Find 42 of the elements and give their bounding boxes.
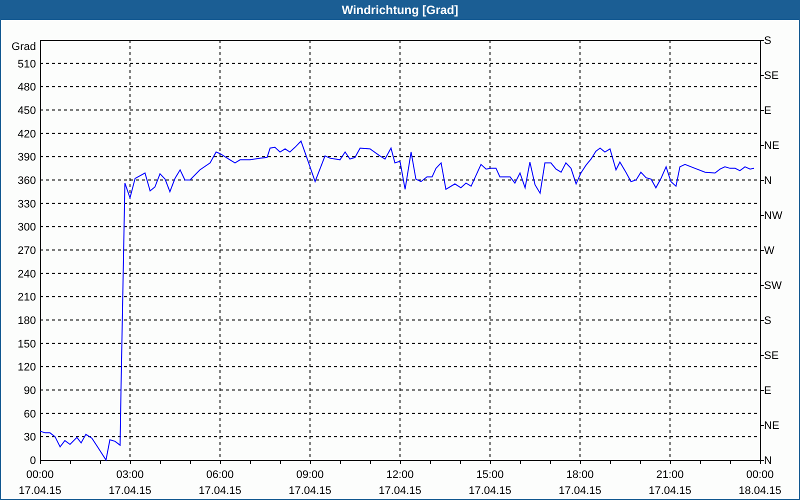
tick-label: 270 [18,245,36,257]
tick-label: NE [764,140,780,152]
window-title: Windrichtung [Grad] [1,0,799,20]
tick-label: 150 [18,338,36,350]
tick-label: 00:00 17.04.15 [18,469,62,497]
tick-label: NW [764,210,782,222]
tick-label: 03:00 17.04.15 [108,469,152,497]
tick-label: 210 [18,292,36,304]
tick-label: 09:00 17.04.15 [288,469,332,497]
tick-label: 12:00 17.04.15 [378,469,422,497]
tick-label: S [764,315,772,327]
tick-label: 240 [18,268,36,280]
tick-label: 15:00 17.04.15 [468,469,512,497]
tick-label: E [764,105,772,117]
tick-label: N [764,175,772,187]
tick-label: 180 [18,315,36,327]
tick-label: SW [764,280,782,292]
tick-label: E [764,385,772,397]
tick-label: 0 [30,455,36,467]
tick-label: 330 [18,198,36,210]
tick-label: N [764,455,772,467]
tick-label: 480 [18,82,36,94]
tick-label: NE [764,420,780,432]
tick-label: 120 [18,362,36,374]
tick-label: W [764,245,774,257]
tick-label: 300 [18,222,36,234]
tick-label: 390 [18,152,36,164]
tick-label: 360 [18,175,36,187]
tick-label: SE [764,350,779,362]
tick-label: 00:00 18.04.15 [738,469,782,497]
tick-label: 06:00 17.04.15 [198,469,242,497]
tick-label: S [764,35,772,47]
tick-label: 30 [24,432,36,444]
tick-label: SE [764,70,779,82]
tick-label: 510 [18,58,36,70]
tick-label: 420 [18,128,36,140]
tick-label: 18:00 17.04.15 [558,469,602,497]
axis-title: Grad [12,41,36,53]
tick-label: 90 [24,385,36,397]
tick-label: 21:00 17.04.15 [648,469,692,497]
tick-label: 450 [18,105,36,117]
tick-label: 60 [24,408,36,420]
